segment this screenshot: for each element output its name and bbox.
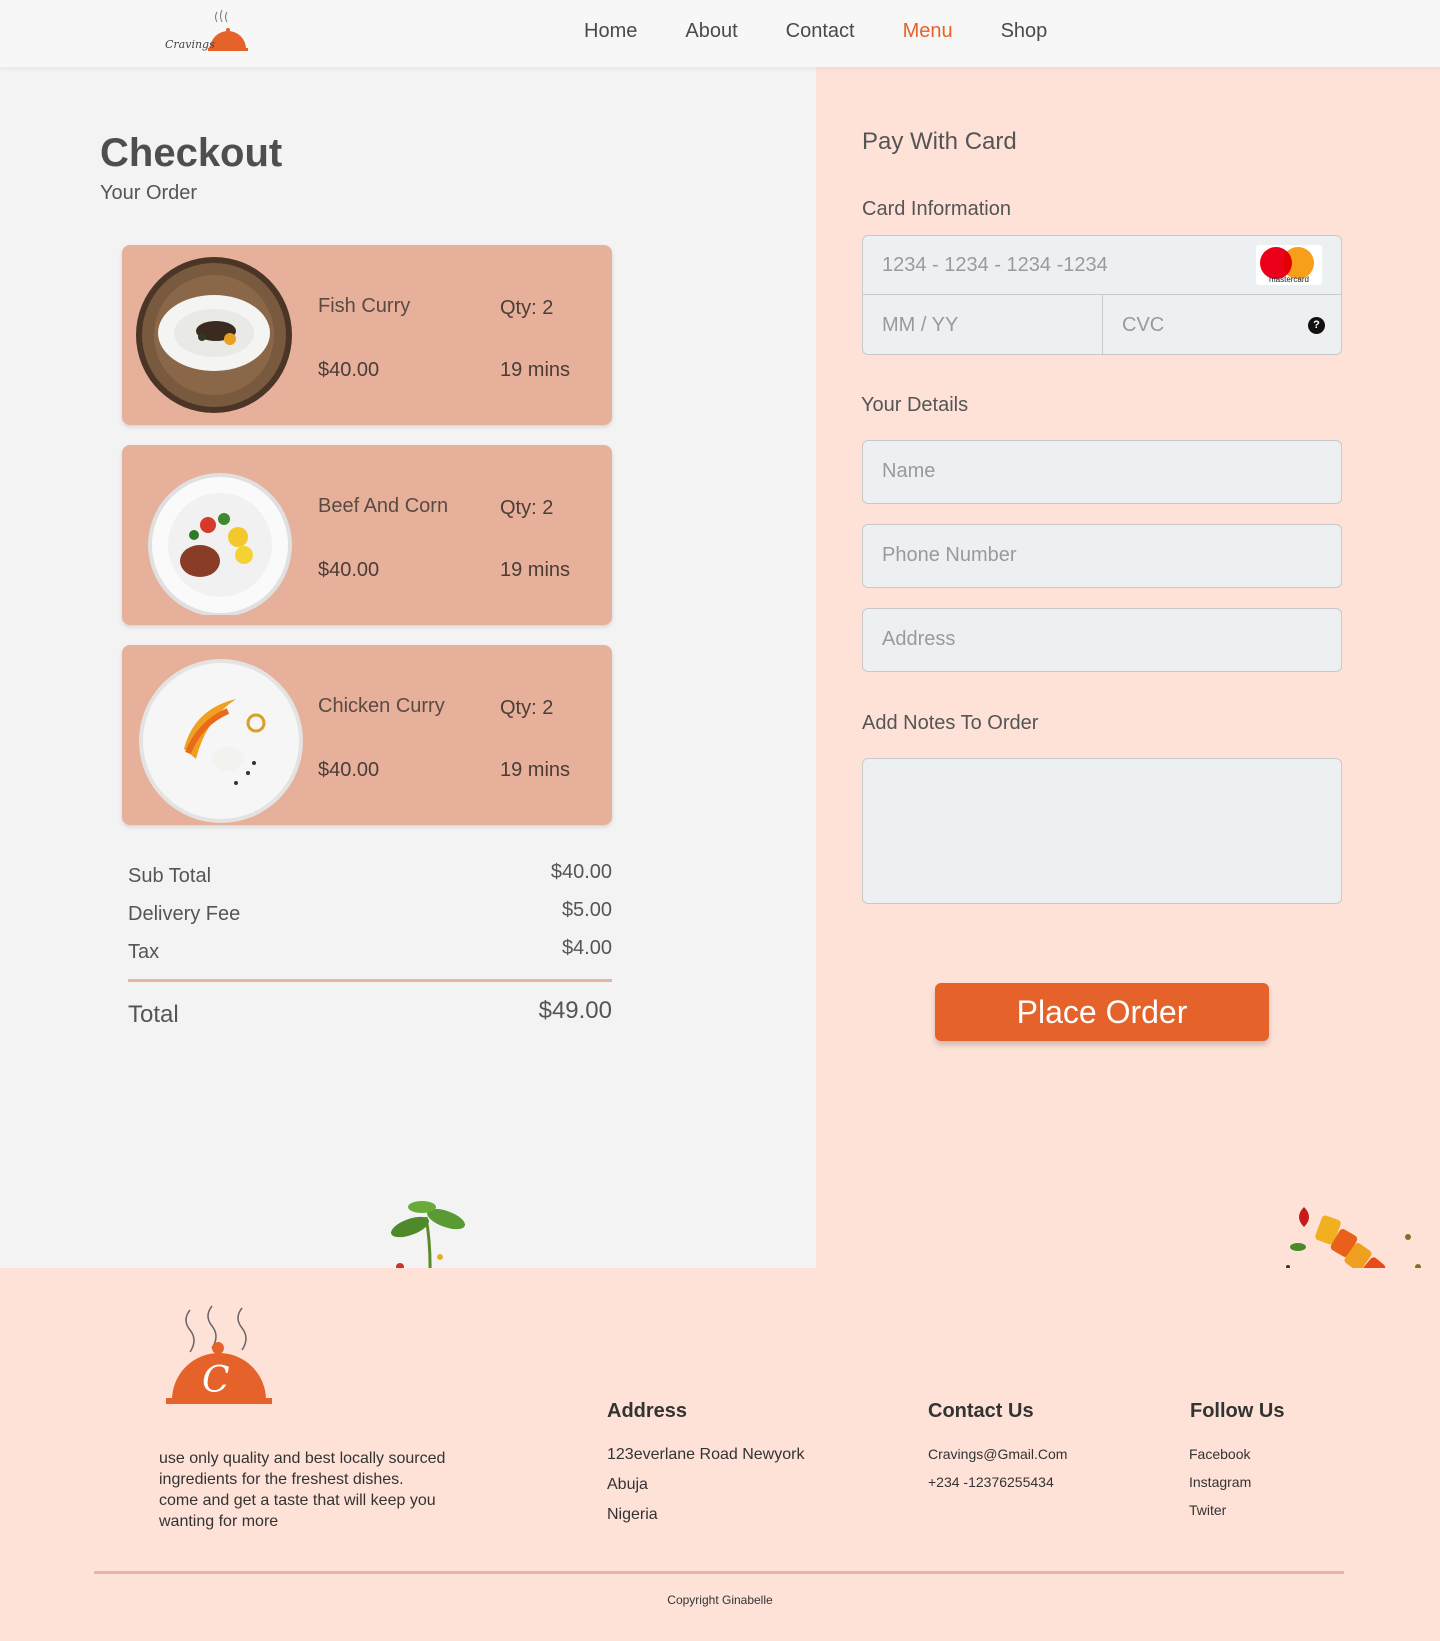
item-time: 19 mins — [500, 559, 571, 581]
nav-shop[interactable]: Shop — [1001, 20, 1048, 43]
cvc-field[interactable]: CVC ? — [1103, 295, 1341, 354]
payment-panel: Pay With Card Card Information 1234 - 12… — [816, 67, 1440, 1317]
order-item-card[interactable]: Fish Curry $40.00 Qty: 2 19 mins — [122, 245, 612, 425]
subtotal-label: Sub Total — [128, 865, 212, 887]
footer: C use only quality and best locally sour… — [0, 1268, 1440, 1641]
item-name: Fish Curry — [318, 295, 411, 317]
subtotal-value: $40.00 — [550, 861, 612, 883]
expiry-field[interactable]: MM / YY — [863, 295, 1103, 354]
help-icon[interactable]: ? — [1308, 317, 1325, 334]
pay-heading: Pay With Card — [862, 128, 1017, 155]
name-placeholder: Name — [882, 460, 936, 482]
summary-divider — [128, 979, 612, 982]
cloche-logo-icon: C — [166, 1305, 272, 1404]
cvc-placeholder: CVC — [1122, 314, 1165, 336]
main-nav: Home About Contact Menu Shop — [584, 20, 1095, 43]
details-label: Your Details — [861, 394, 969, 416]
contact-phone[interactable]: +234 -12376255434 — [928, 1474, 1054, 1490]
address-heading: Address — [607, 1400, 688, 1422]
item-time: 19 mins — [500, 359, 571, 381]
delivery-label: Delivery Fee — [128, 903, 241, 925]
facebook-link[interactable]: Facebook — [1189, 1446, 1250, 1462]
nav-contact[interactable]: Contact — [786, 20, 855, 43]
instagram-link[interactable]: Instagram — [1189, 1474, 1251, 1490]
footer-tagline: use only quality and best locally source… — [159, 1450, 446, 1530]
item-qty: Qty: 2 — [500, 697, 554, 719]
item-price: $40.00 — [318, 559, 380, 581]
address-line: Abuja — [607, 1476, 648, 1493]
fish-curry-image — [134, 255, 294, 415]
order-item-card[interactable]: Chicken Curry $40.00 Qty: 2 19 mins — [122, 645, 612, 825]
item-price: $40.00 — [318, 359, 380, 381]
page-subtitle: Your Order — [100, 182, 198, 204]
tax-value: $4.00 — [561, 937, 612, 959]
item-qty: Qty: 2 — [500, 497, 554, 519]
item-name: Beef And Corn — [318, 495, 449, 517]
total-label: Total — [128, 1001, 179, 1028]
address-line: Nigeria — [607, 1506, 658, 1523]
nav-home[interactable]: Home — [584, 20, 637, 43]
chicken-curry-image — [134, 655, 303, 823]
contact-heading: Contact Us — [928, 1400, 1034, 1422]
nav-about[interactable]: About — [685, 20, 737, 43]
footer-logo[interactable]: C — [162, 1298, 282, 1408]
contact-email[interactable]: Cravings@Gmail.Com — [928, 1446, 1067, 1462]
follow-heading: Follow Us — [1190, 1400, 1285, 1422]
header: Cravings Home About Contact Menu Shop — [0, 0, 1440, 67]
beef-and-corn-image — [134, 455, 294, 617]
notes-textarea[interactable] — [862, 758, 1342, 904]
card-input-group: 1234 - 1234 - 1234 -1234 mastercard MM /… — [862, 235, 1342, 355]
name-field[interactable]: Name — [862, 440, 1342, 504]
nav-menu[interactable]: Menu — [903, 20, 953, 43]
address-field[interactable]: Address — [862, 608, 1342, 672]
address-line: 123everlane Road Newyork — [607, 1446, 805, 1463]
notes-label: Add Notes To Order — [862, 712, 1039, 734]
phone-placeholder: Phone Number — [882, 544, 1017, 566]
twitter-link[interactable]: Twiter — [1189, 1502, 1226, 1518]
mastercard-icon: mastercard — [1256, 245, 1322, 285]
phone-field[interactable]: Phone Number — [862, 524, 1342, 588]
card-info-label: Card Information — [862, 198, 1011, 220]
item-name: Chicken Curry — [318, 695, 445, 717]
total-value: $49.00 — [538, 997, 612, 1024]
card-number-field[interactable]: 1234 - 1234 - 1234 -1234 mastercard — [863, 236, 1341, 295]
order-panel: Checkout Your Order Fish Curry $40.00 Qt… — [0, 67, 816, 1323]
address-placeholder: Address — [882, 628, 956, 650]
card-number-placeholder: 1234 - 1234 - 1234 -1234 — [882, 254, 1108, 276]
place-order-button[interactable]: Place Order — [935, 983, 1269, 1041]
delivery-value: $5.00 — [561, 899, 612, 921]
page-title: Checkout — [100, 131, 283, 175]
item-time: 19 mins — [500, 759, 571, 781]
logo-text: Cravings — [165, 38, 215, 51]
item-qty: Qty: 2 — [500, 297, 554, 319]
copyright: Copyright Ginabelle — [667, 1593, 773, 1607]
order-item-card[interactable]: Beef And Corn $40.00 Qty: 2 19 mins — [122, 445, 612, 625]
footer-divider — [94, 1571, 1344, 1574]
logo[interactable]: Cravings — [165, 8, 265, 56]
tax-label: Tax — [128, 941, 160, 963]
svg-text:C: C — [202, 1360, 230, 1401]
card-brand-text: mastercard — [1268, 275, 1309, 284]
expiry-placeholder: MM / YY — [882, 314, 959, 336]
item-price: $40.00 — [318, 759, 380, 781]
